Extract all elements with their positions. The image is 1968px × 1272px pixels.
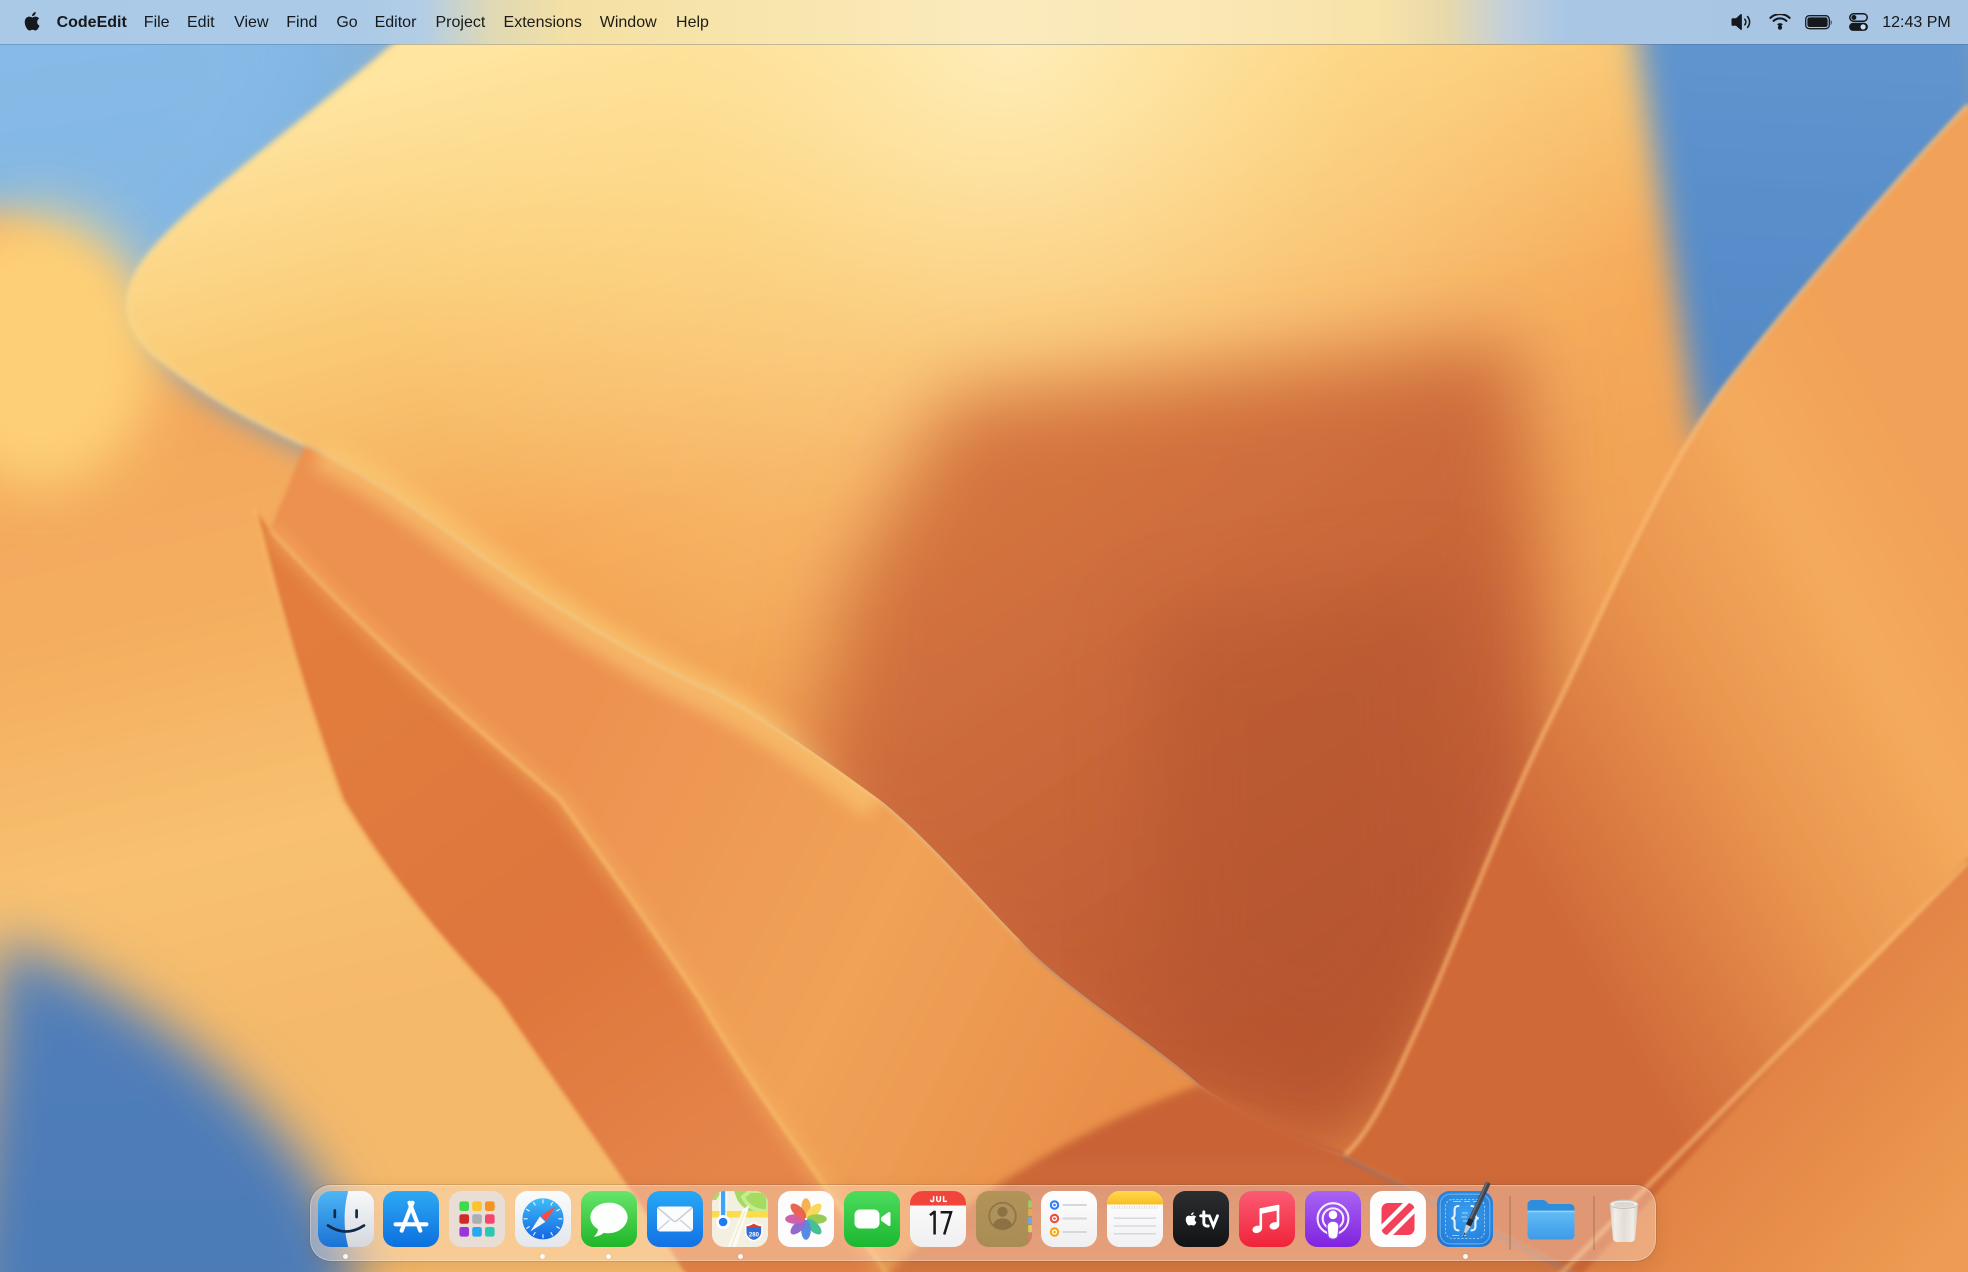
svg-text:280: 280 [749, 1233, 760, 1239]
